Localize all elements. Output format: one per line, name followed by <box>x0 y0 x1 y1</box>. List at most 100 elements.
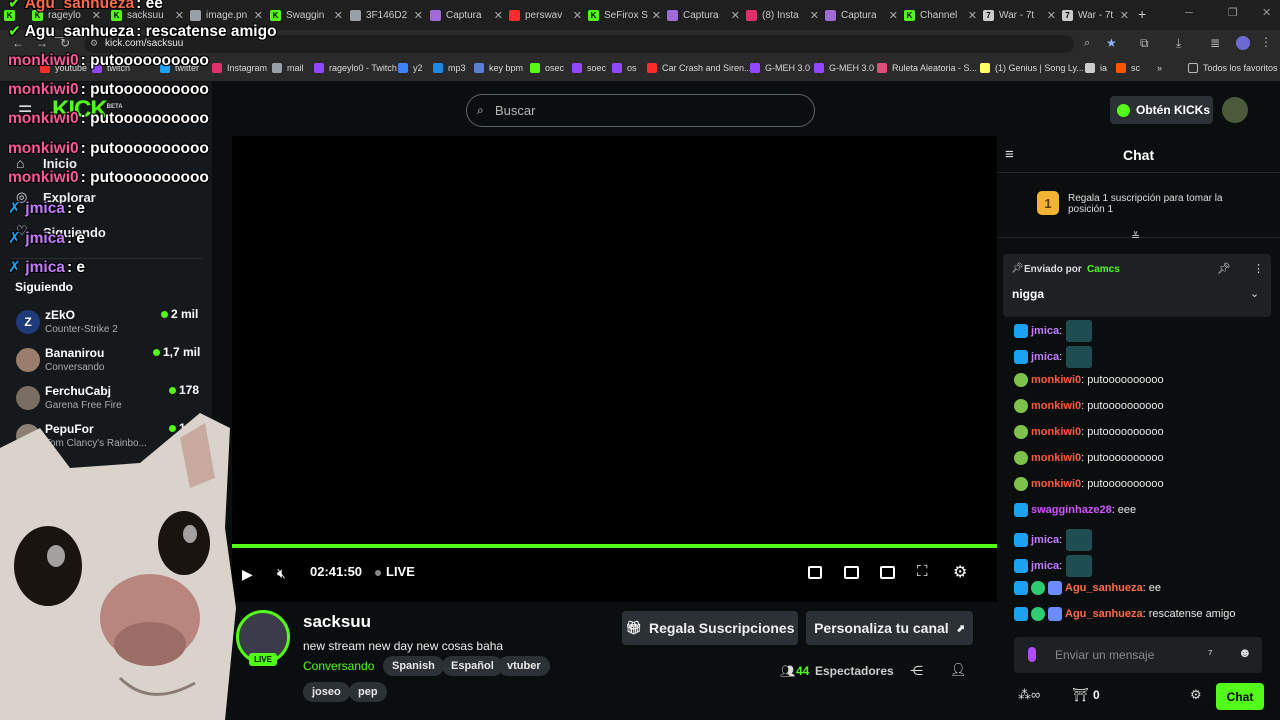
bookmark-item[interactable]: G-MEH 3.0 <box>750 63 810 73</box>
send-chat-button[interactable]: Chat <box>1216 683 1264 710</box>
settings-gear-icon[interactable]: ⚙ <box>953 562 967 582</box>
tag-chip[interactable]: Spanish <box>383 656 444 676</box>
live-label[interactable]: LIVE <box>386 564 415 579</box>
pinned-by-user[interactable]: Camcs <box>1087 264 1120 275</box>
chat-username[interactable]: monkiwi0 <box>1031 374 1081 386</box>
bookmark-item[interactable]: osec <box>530 63 564 73</box>
tag-chip[interactable]: vtuber <box>498 656 550 676</box>
bookmark-item[interactable]: key bpm <box>474 63 523 73</box>
chat-message[interactable]: jmica: <box>1014 320 1093 342</box>
emoji-icon[interactable]: ☻ <box>1238 645 1252 660</box>
bookmark-star-icon[interactable]: ★ <box>1106 36 1117 50</box>
chat-message[interactable]: monkiwi0: putoooooooooo <box>1014 451 1164 465</box>
chat-username[interactable]: monkiwi0 <box>1031 426 1081 438</box>
chat-username[interactable]: monkiwi0 <box>1031 478 1081 490</box>
media-control-icon[interactable]: ≣ <box>1210 36 1220 50</box>
chat-settings-icon[interactable]: ⚙ <box>1190 687 1202 703</box>
7tv-icon[interactable]: ⁷ <box>1208 646 1213 661</box>
bookmark-item[interactable]: (1) Genius | Song Ly... <box>980 63 1084 73</box>
chat-message[interactable]: Agu_sanhueza: ee <box>1014 581 1161 595</box>
tag-chip[interactable]: Español <box>442 656 503 676</box>
chat-message[interactable]: jmica: <box>1014 529 1093 551</box>
chat-username[interactable]: jmica <box>1031 325 1059 337</box>
bookmark-item[interactable]: mp3 <box>433 63 466 73</box>
maximize-window-icon[interactable]: ❐ <box>1228 6 1238 19</box>
chevron-down-icon[interactable]: ⌄ <box>1250 287 1259 300</box>
bookmark-item[interactable]: ia <box>1085 63 1107 73</box>
chat-username[interactable]: Agu_sanhueza <box>1065 608 1143 620</box>
clip-icon[interactable] <box>844 566 859 579</box>
theater-mode-icon[interactable] <box>880 566 895 579</box>
kebab-menu-icon[interactable]: ⋮ <box>1260 35 1272 49</box>
chat-message[interactable]: monkiwi0: putoooooooooo <box>1014 399 1164 413</box>
customize-channel-button[interactable]: Personaliza tu canal ⬈ <box>806 611 973 645</box>
gift-subs-button[interactable]: 🎁︎ Regala Suscripciones <box>622 611 798 645</box>
bookmark-item[interactable]: os <box>612 63 637 73</box>
following-item-zeko[interactable]: Z zEkO Counter-Strike 2 2 mil <box>12 304 207 340</box>
close-tab-icon[interactable]: ✕ <box>570 9 585 22</box>
chat-username[interactable]: swagginhaze28 <box>1031 504 1112 516</box>
user-avatar[interactable] <box>1222 97 1248 123</box>
close-tab-icon[interactable]: ✕ <box>649 9 664 22</box>
zoom-icon[interactable]: ⌕ <box>1084 37 1090 50</box>
new-tab-plus-icon[interactable]: + <box>1138 6 1146 22</box>
video-player[interactable] <box>232 136 997 602</box>
chat-message[interactable]: jmica: <box>1014 346 1093 368</box>
tab-7[interactable]: K SeFirox S ✕ <box>588 5 664 25</box>
bookmark-item[interactable]: mail <box>272 63 304 73</box>
close-tab-icon[interactable]: ✕ <box>331 9 346 22</box>
bookmark-item[interactable]: Instagram <box>212 63 267 73</box>
tab-9[interactable]: (8) Insta ✕ <box>746 5 822 25</box>
collapse-chat-icon[interactable]: ≡ <box>1005 146 1014 163</box>
bookmark-item[interactable]: Ruleta Aleatoria - S... <box>877 63 977 73</box>
close-tab-icon[interactable]: ✕ <box>172 9 187 22</box>
tab-13[interactable]: 7 War - 7t ✕ <box>1062 5 1132 25</box>
close-tab-icon[interactable]: ✕ <box>1117 9 1132 22</box>
bookmark-item[interactable]: Car Crash and Siren... <box>647 63 752 73</box>
muted-speaker-icon[interactable]: 🔇︎ <box>277 565 286 582</box>
profile-avatar[interactable] <box>1236 36 1250 50</box>
search-input[interactable]: ⌕ Buscar <box>466 94 815 127</box>
following-item-bananirou[interactable]: Bananirou Conversando 1,7 mil <box>12 342 207 378</box>
close-tab-icon[interactable]: ✕ <box>965 9 980 22</box>
close-tab-icon[interactable]: ✕ <box>886 9 901 22</box>
chat-input[interactable]: Enviar un mensaje ⁷ ☻ <box>1014 637 1262 673</box>
minimize-window-icon[interactable]: ─ <box>1185 7 1193 19</box>
tab-10[interactable]: Captura ✕ <box>825 5 901 25</box>
tab-3[interactable]: K Swaggin ✕ <box>270 5 346 25</box>
get-kicks-button[interactable]: Obtén KICKs <box>1110 96 1213 124</box>
tab-11[interactable]: K Channel ✕ <box>904 5 980 25</box>
fullscreen-icon[interactable]: ⛶ <box>917 563 928 580</box>
kicks-icon[interactable]: ⁂∞ <box>1018 687 1040 703</box>
pinned-more-icon[interactable]: ⋮ <box>1253 262 1264 275</box>
gift-leaderboard-prompt[interactable]: Regala 1 suscripción para tomar la posic… <box>1068 193 1248 215</box>
video-progress-bar[interactable] <box>232 544 997 548</box>
chat-message[interactable]: swagginhaze28: eee <box>1014 503 1136 517</box>
extensions-icon[interactable]: ⧉ <box>1140 36 1149 51</box>
play-icon[interactable]: ▶ <box>242 566 253 583</box>
chat-message[interactable]: monkiwi0: putoooooooooo <box>1014 477 1164 491</box>
chat-username[interactable]: monkiwi0 <box>1031 400 1081 412</box>
close-tab-icon[interactable]: ✕ <box>728 9 743 22</box>
bookmark-item[interactable]: soec <box>572 63 606 73</box>
tag-chip[interactable]: joseo <box>303 682 350 702</box>
tab-4[interactable]: 3F146D2 ✕ <box>350 5 426 25</box>
download-icon[interactable]: ⤓ <box>1176 36 1181 51</box>
close-tab-icon[interactable]: ✕ <box>251 9 266 22</box>
tab-12[interactable]: 7 War - 7t ✕ <box>983 5 1059 25</box>
bookmark-item[interactable]: sc <box>1116 63 1140 73</box>
chat-message[interactable]: jmica: <box>1014 555 1093 577</box>
chat-username[interactable]: jmica <box>1031 534 1059 546</box>
chat-message[interactable]: Agu_sanhueza: rescatense amigo <box>1014 607 1236 621</box>
all-bookmarks-folder[interactable]: Todos los favoritos <box>1188 63 1278 73</box>
unpin-icon[interactable]: 📌︎ <box>1217 262 1231 275</box>
tab-6[interactable]: perswav ✕ <box>509 5 585 25</box>
close-tab-icon[interactable]: ✕ <box>1044 9 1059 22</box>
bookmarks-overflow-chevron-icon[interactable]: » <box>1157 63 1162 73</box>
chat-username[interactable]: jmica <box>1031 560 1059 572</box>
channel-name[interactable]: sacksuu <box>303 612 371 632</box>
pinned-collapse-icon[interactable]: ≚ <box>1131 230 1140 243</box>
bookmark-item[interactable]: y2 <box>398 63 423 73</box>
close-tab-icon[interactable]: ✕ <box>491 9 506 22</box>
points-icon[interactable]: ⛩ <box>1072 687 1089 703</box>
